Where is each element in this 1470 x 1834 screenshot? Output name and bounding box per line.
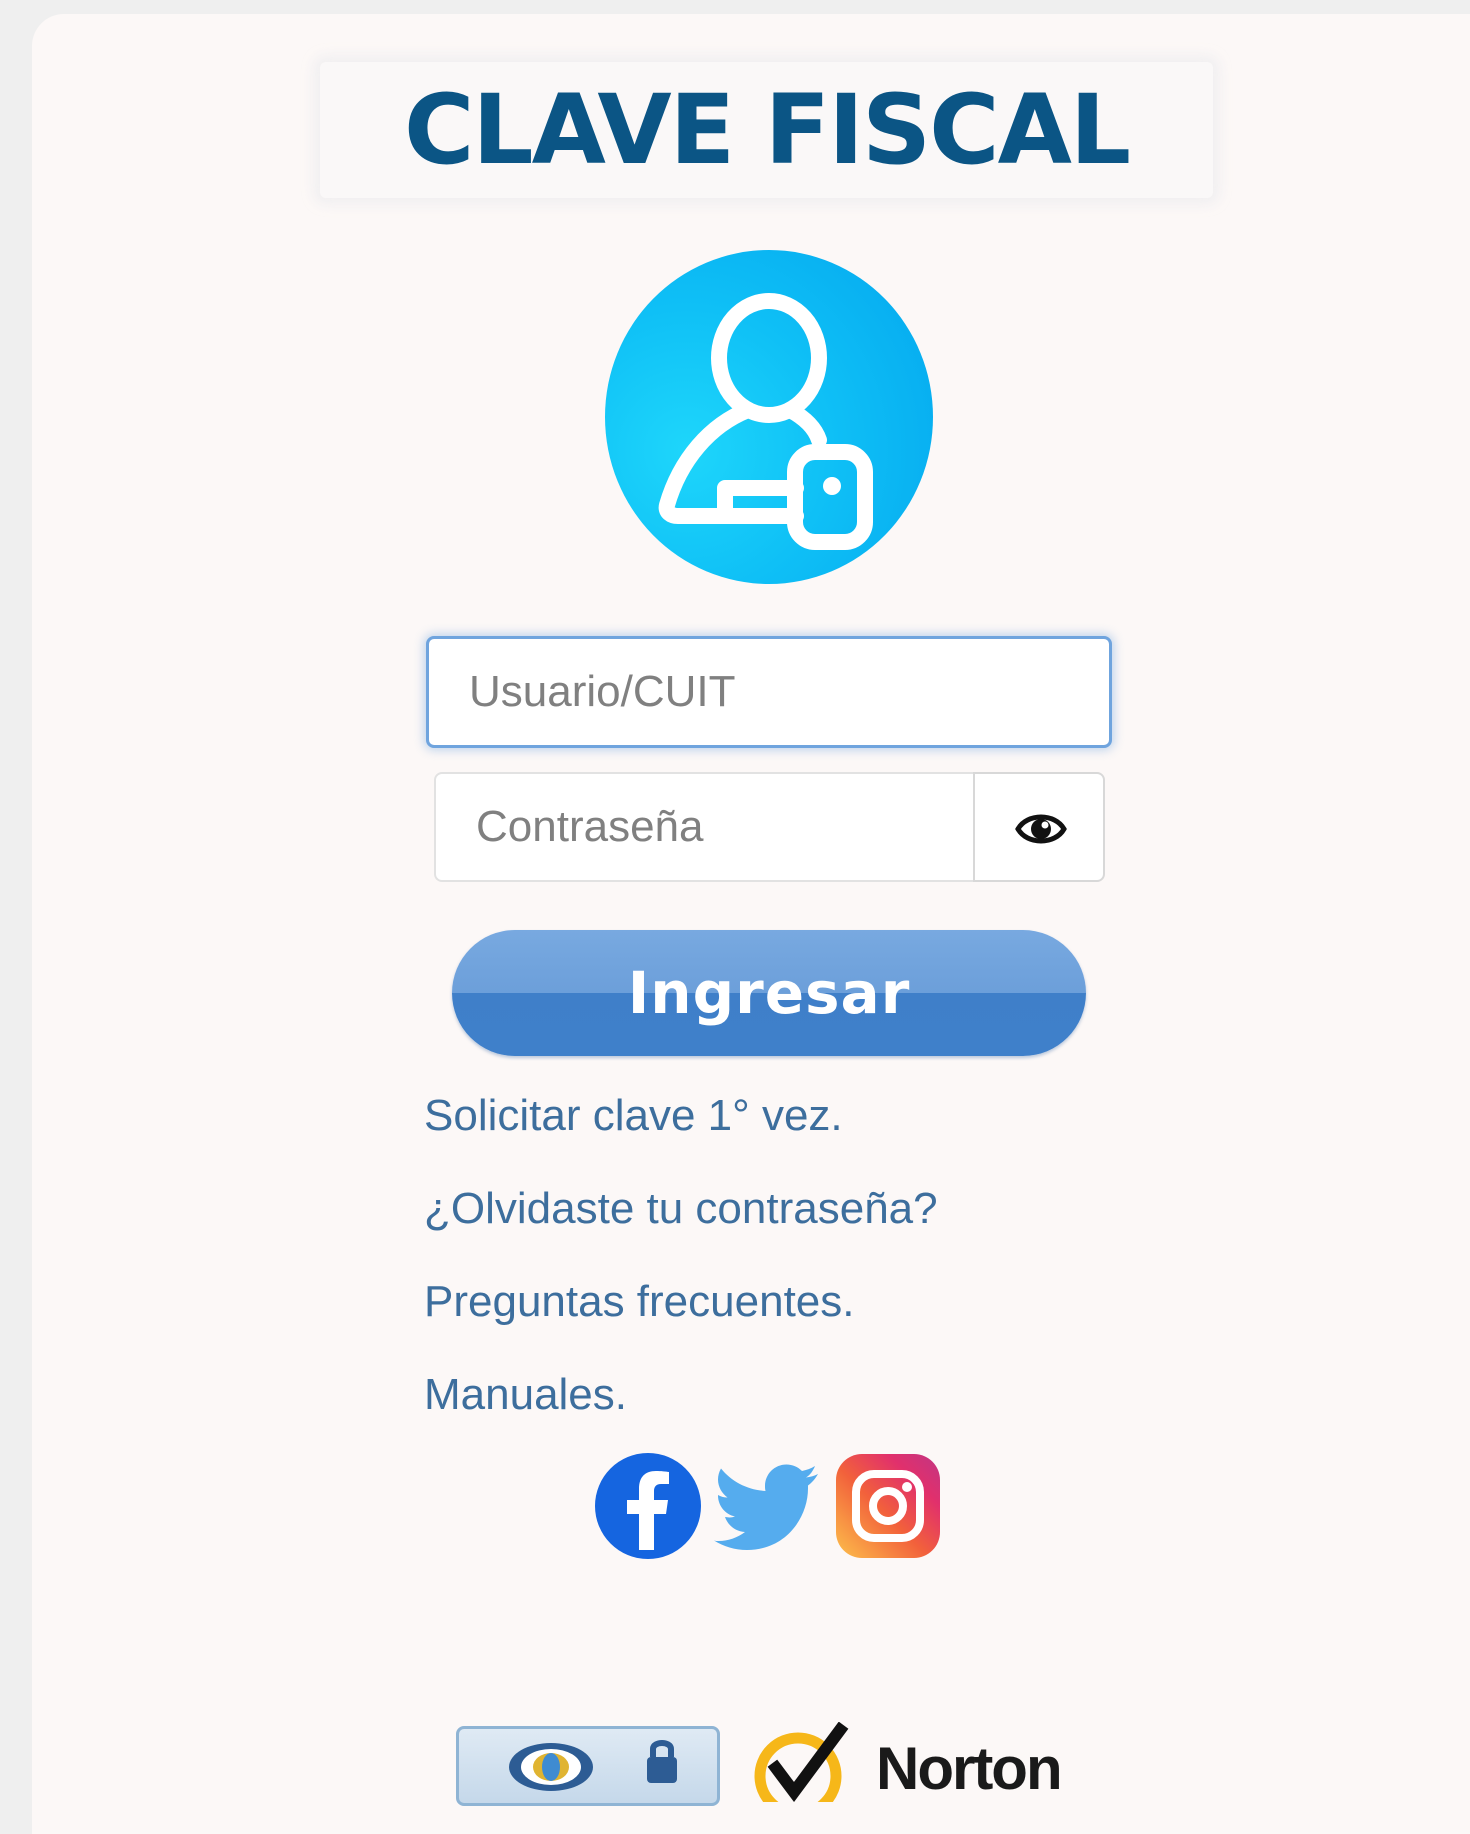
norton-label: Norton xyxy=(876,1735,1063,1802)
forgot-password-link[interactable]: ¿Olvidaste tu contraseña? xyxy=(424,1179,938,1272)
title-banner: CLAVE FISCAL xyxy=(320,62,1213,198)
show-password-button[interactable] xyxy=(973,772,1105,882)
password-input[interactable] xyxy=(434,772,974,882)
help-links: Solicitar clave 1° vez. ¿Olvidaste tu co… xyxy=(424,1086,938,1458)
facebook-icon[interactable] xyxy=(594,1452,702,1560)
user-key-icon xyxy=(605,250,933,584)
norton-check-icon xyxy=(754,1722,849,1802)
username-input[interactable] xyxy=(426,636,1112,748)
instagram-icon[interactable] xyxy=(834,1452,942,1560)
faq-link[interactable]: Preguntas frecuentes. xyxy=(424,1272,938,1365)
twitter-icon[interactable] xyxy=(714,1452,822,1560)
manuals-link[interactable]: Manuales. xyxy=(424,1365,938,1458)
request-password-link[interactable]: Solicitar clave 1° vez. xyxy=(424,1086,938,1179)
login-button[interactable]: Ingresar xyxy=(452,930,1086,1056)
norton-badge[interactable]: Norton xyxy=(754,1722,1094,1802)
secure-site-badge[interactable] xyxy=(456,1726,720,1806)
eye-icon xyxy=(1015,814,1067,844)
page-title: CLAVE FISCAL xyxy=(403,74,1131,186)
